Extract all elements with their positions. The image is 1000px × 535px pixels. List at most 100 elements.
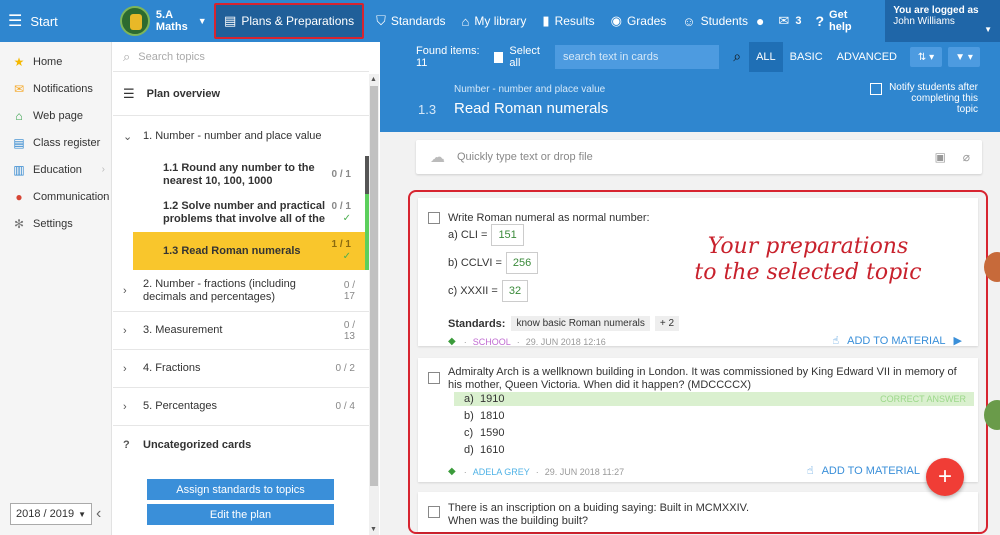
sort-button[interactable]: ⇅ ▾	[910, 47, 942, 67]
nav-results[interactable]: ▮ Results	[534, 0, 602, 42]
top-bar: ☰ Start 5.A Maths ▼ ▤ Plans & Preparatio…	[0, 0, 1000, 42]
plan-overview-label: Plan overview	[146, 87, 221, 100]
topics-scrollbar[interactable]: ▲ ▼	[369, 74, 379, 535]
add-card-button[interactable]: +	[926, 458, 964, 496]
card-question: When was the building built?	[448, 515, 589, 527]
assign-standards-button[interactable]: Assign standards to topics	[147, 479, 334, 500]
answer-value: 151	[491, 224, 524, 246]
filter-button[interactable]: ▼ ▾	[948, 47, 980, 67]
option-text: 1810	[480, 410, 505, 422]
card-checkbox[interactable]	[428, 212, 440, 224]
topic-4[interactable]: › 4. Fractions 0 / 2	[113, 350, 369, 388]
checkbox[interactable]	[494, 51, 504, 63]
level-all[interactable]: ALL	[749, 42, 783, 72]
nav-label: Students	[700, 14, 748, 28]
class-selector[interactable]: 5.A Maths ▼	[119, 6, 210, 36]
topic-2[interactable]: › 2. Number - fractions (including decim…	[113, 270, 369, 312]
caret-down-icon: ▼	[197, 16, 207, 26]
standard-tag[interactable]: know basic Roman numerals	[511, 316, 650, 331]
card-date: 29. JUN 2018 12:16	[525, 336, 606, 347]
messages-button[interactable]: ✉ 3	[778, 13, 801, 29]
caret-down-icon: ▼	[78, 509, 86, 519]
get-help-button[interactable]: ? Get help	[815, 9, 871, 33]
card-admiralty-arch[interactable]: Admiralty Arch is a wellknown building i…	[418, 358, 978, 482]
level-advanced[interactable]: ADVANCED	[830, 42, 904, 72]
sidebar-item-label: Education	[33, 163, 82, 176]
topic-header: Found items: 11 Select all search text i…	[380, 42, 1000, 132]
card-search-input[interactable]: search text in cards ⌕	[554, 45, 741, 69]
card-checkbox[interactable]	[428, 506, 440, 518]
sidebar-item-communication[interactable]: ● Communication ›	[0, 183, 111, 210]
user-menu[interactable]: You are logged as John Williams ▼	[885, 0, 1000, 42]
nav-grades[interactable]: ◉ Grades	[603, 0, 675, 42]
more-standards-tag[interactable]: + 2	[654, 316, 680, 331]
sidebar-item-label: Web page	[33, 109, 83, 122]
option-letter: c)	[464, 427, 474, 439]
notify-students-checkbox[interactable]: Notify students after completing this to…	[870, 82, 978, 115]
checkbox[interactable]	[870, 83, 882, 95]
thumbs-up-icon: ☝	[832, 335, 840, 347]
sidebar-item-notifications[interactable]: ✉ Notifications	[0, 75, 111, 102]
sidebar-item-web-page[interactable]: ⌂ Web page	[0, 102, 111, 129]
subtopic-1-3[interactable]: 1.3 Read Roman numerals 1 / 1 ✓	[133, 232, 369, 270]
sidebar-item-label: Class register	[33, 136, 101, 149]
chevron-right-icon: ›	[123, 324, 127, 337]
image-icon[interactable]: ▣	[935, 150, 946, 164]
star-icon: ★	[13, 54, 25, 69]
topic-3[interactable]: › 3. Measurement 0 / 13	[113, 312, 369, 350]
cloud-upload-icon: ☁	[430, 149, 445, 166]
subtopic-title: 1.2 Solve number and practical problems …	[163, 200, 326, 225]
uncategorized-cards[interactable]: ? Uncategorized cards	[113, 426, 369, 464]
check-icon: ✓	[342, 251, 351, 262]
standards-label: Standards:	[448, 317, 506, 330]
subtopic-1-1[interactable]: 1.1 Round any number to the nearest 10, …	[113, 156, 369, 194]
chevron-right-icon: ›	[123, 362, 127, 375]
select-all-checkbox[interactable]: Select all	[494, 45, 545, 69]
main-panel: Found items: 11 Select all search text i…	[380, 42, 1000, 535]
topic-search[interactable]: ⌕ Search topics	[113, 42, 369, 72]
search-icon[interactable]: ⌕	[733, 48, 741, 65]
option-letter: d)	[464, 444, 474, 456]
nav-my-library[interactable]: ⌂ My library	[454, 0, 535, 42]
question-icon: ?	[123, 439, 130, 451]
hamburger-icon: ☰	[8, 13, 23, 30]
sidebar-item-education[interactable]: ▥ Education ›	[0, 156, 111, 183]
sidebar-item-label: Home	[33, 55, 63, 68]
add-to-material-button[interactable]: ☝ ADD TO MATERIAL	[807, 464, 920, 478]
edit-plan-button[interactable]: Edit the plan	[147, 504, 334, 525]
card-inscription[interactable]: There is an inscription on a buiding say…	[418, 492, 978, 532]
scroll-up-icon: ▲	[370, 76, 377, 83]
scroll-thumb[interactable]	[370, 86, 378, 486]
topic-5[interactable]: › 5. Percentages 0 / 4	[113, 388, 369, 426]
sidebar-item-label: Settings	[33, 217, 73, 230]
get-help-label: Get help	[829, 9, 852, 33]
plan-overview[interactable]: ☰ Plan overview	[113, 72, 369, 116]
nav-standards[interactable]: ⛉ Standards	[368, 0, 453, 42]
card-checkbox[interactable]	[428, 372, 440, 384]
subtopic-title: 1.3 Read Roman numerals	[163, 244, 301, 257]
card-roman-numerals[interactable]: Write Roman numeral as normal number: a)…	[418, 198, 978, 348]
add-to-material-button[interactable]: ☝ ADD TO MATERIAL ▶	[832, 334, 962, 348]
start-menu-button[interactable]: ☰ Start	[0, 11, 110, 31]
nav-plans-preparations[interactable]: ▤ Plans & Preparations	[214, 3, 365, 39]
attachment-icon[interactable]: ⌀	[963, 150, 970, 164]
answer-value: 256	[505, 252, 539, 274]
nav-students[interactable]: ☺ Students	[674, 0, 756, 42]
chat-button[interactable]: ●	[756, 13, 764, 29]
sidebar-item-class-register[interactable]: ▤ Class register	[0, 129, 111, 156]
register-icon: ▤	[13, 135, 25, 150]
quick-add-input[interactable]: ☁ Quickly type text or drop file ▣ ⌀	[416, 140, 982, 174]
topic-1[interactable]: ⌄ 1. Number - number and place value	[113, 116, 369, 156]
nav-label: Grades	[626, 14, 667, 28]
sidebar-item-settings[interactable]: ✻ Settings	[0, 210, 111, 237]
start-label: Start	[30, 13, 58, 29]
collapse-sidebar-icon[interactable]: ‹	[96, 505, 101, 523]
school-year-select[interactable]: 2018 / 2019 ▼	[10, 503, 92, 525]
card-search-placeholder: search text in cards	[562, 51, 659, 63]
sidebar-item-home[interactable]: ★ Home	[0, 48, 111, 75]
envelope-icon: ✉	[13, 81, 25, 96]
subtopic-1-2[interactable]: 1.2 Solve number and practical problems …	[113, 194, 369, 232]
option-letter: a)	[464, 393, 474, 405]
level-basic[interactable]: BASIC	[783, 42, 830, 72]
card-question: Write Roman numeral as normal number:	[448, 212, 650, 224]
